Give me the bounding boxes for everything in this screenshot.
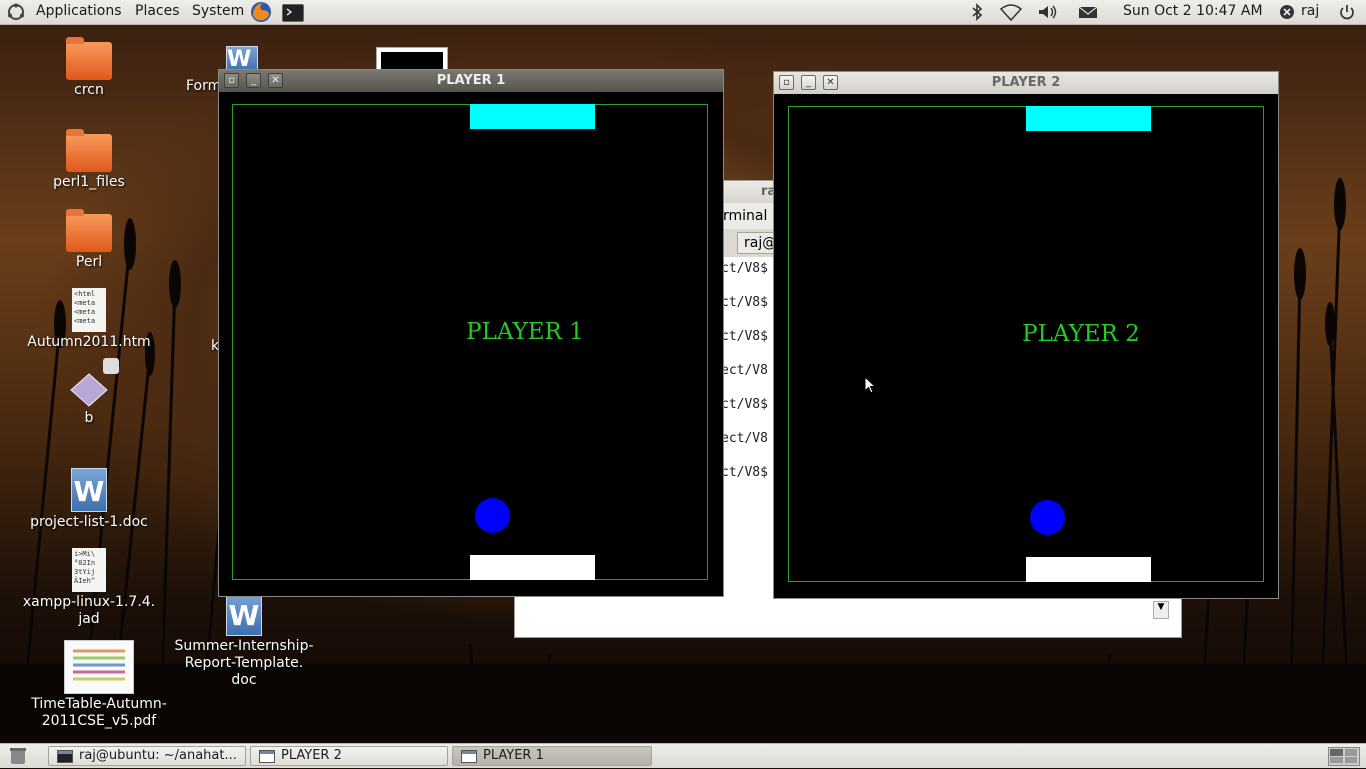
ball [1030, 500, 1065, 535]
opponent-paddle [1026, 106, 1151, 131]
workspace-switcher[interactable] [1328, 747, 1360, 766]
system-menu[interactable]: System [192, 3, 244, 19]
volume-icon[interactable] [1037, 3, 1059, 21]
terminal-menu-item[interactable]: rminal [723, 208, 767, 224]
bluetooth-icon[interactable] [968, 3, 986, 21]
player2-window[interactable]: ▫ _ ✕ PLAYER 2 PLAYER 2 [773, 71, 1279, 599]
player2-title: PLAYER 2 [991, 75, 1061, 90]
player-paddle [1026, 557, 1151, 582]
folder-icon [66, 37, 112, 80]
user-name[interactable]: raj [1301, 3, 1319, 19]
ubuntu-logo-icon[interactable] [7, 3, 25, 21]
player1-label: PLAYER 1 [466, 319, 584, 345]
firefox-icon[interactable] [250, 1, 272, 23]
desktop-icon-xampp-jad[interactable]: i>Mi\ °02In 3tYij ÄIeh^ xampp-linux-1.7.4.… [20, 548, 158, 628]
bottom-panel: raj@ubuntu: ~/anahat... PLAYER 2 PLAYER … [0, 743, 1366, 768]
desktop-icon-perl1-files[interactable]: perl1_files [44, 129, 134, 191]
terminal-line: ct/V8$ [721, 397, 768, 412]
applications-menu[interactable]: Applications [36, 3, 122, 19]
package-icon [70, 373, 108, 407]
window-icon [461, 750, 477, 763]
desktop-icon-autumn2011-htm[interactable]: <html <meta <meta <meta Autumn2011.htm [26, 288, 152, 351]
player2-game-area[interactable]: PLAYER 2 [788, 106, 1264, 582]
terminal-line: ect/V8 [721, 363, 768, 378]
power-icon[interactable] [1338, 3, 1356, 21]
window-icon [259, 750, 275, 763]
clock[interactable]: Sun Oct 2 10:47 AM [1123, 3, 1263, 19]
player1-titlebar[interactable]: ▫ _ ✕ PLAYER 1 [219, 70, 723, 92]
html-file-icon: <html <meta <meta <meta [72, 288, 106, 332]
terminal-line: ct/V8$ [721, 329, 768, 344]
folder-icon [66, 129, 112, 172]
player1-title: PLAYER 1 [436, 73, 506, 88]
user-icon[interactable] [1279, 3, 1297, 21]
terminal-line: ct/V8$ [721, 261, 768, 276]
terminal-icon[interactable] [282, 4, 304, 22]
desktop-icon-timetable-pdf[interactable]: TimeTable-Autumn- 2011CSE_v5.pdf [20, 640, 178, 730]
desktop-icon-b[interactable]: b [44, 372, 134, 427]
player1-game-area[interactable]: PLAYER 1 [232, 104, 708, 580]
player1-window[interactable]: ▫ _ ✕ PLAYER 1 PLAYER 1 [218, 69, 724, 597]
terminal-icon [57, 750, 73, 763]
desktop-icon-perl[interactable]: Perl [44, 209, 134, 271]
text-file-icon: i>Mi\ °02In 3tYij ÄIeh^ [72, 548, 106, 592]
terminal-line: ct/V8$ [721, 465, 768, 480]
player2-label: PLAYER 2 [1022, 321, 1140, 347]
player-paddle [470, 555, 595, 580]
show-desktop-icon[interactable] [8, 747, 28, 765]
mouse-cursor-icon [864, 376, 877, 394]
terminal-line: ect/V8 [721, 431, 768, 446]
desktop-icon-crcn[interactable]: crcn [44, 37, 134, 99]
taskbar-item-terminal[interactable]: raj@ubuntu: ~/anahat... [48, 746, 246, 766]
top-panel: Applications Places System Sun Oct 2 10:… [0, 0, 1366, 25]
ball [475, 498, 510, 533]
word-document-icon: W [226, 592, 262, 636]
desktop-icon-project-list[interactable]: W project-list-1.doc [26, 468, 152, 531]
desktop-icon-summer-internship-doc[interactable]: W Summer-Internship- Report-Template. do… [170, 592, 318, 689]
folder-icon [66, 209, 112, 252]
scrollbar-down-arrow[interactable]: ▼ [1153, 601, 1169, 619]
word-document-icon: W [71, 468, 107, 512]
mail-icon[interactable] [1078, 3, 1098, 21]
wifi-icon[interactable] [999, 3, 1023, 22]
terminal-line: ct/V8$ [721, 295, 768, 310]
taskbar-item-player1[interactable]: PLAYER 1 [452, 746, 652, 766]
taskbar-item-player2[interactable]: PLAYER 2 [250, 746, 448, 766]
opponent-paddle [470, 104, 595, 129]
player2-titlebar[interactable]: ▫ _ ✕ PLAYER 2 [774, 72, 1278, 94]
pdf-thumbnail-icon [64, 640, 134, 694]
places-menu[interactable]: Places [135, 3, 180, 19]
